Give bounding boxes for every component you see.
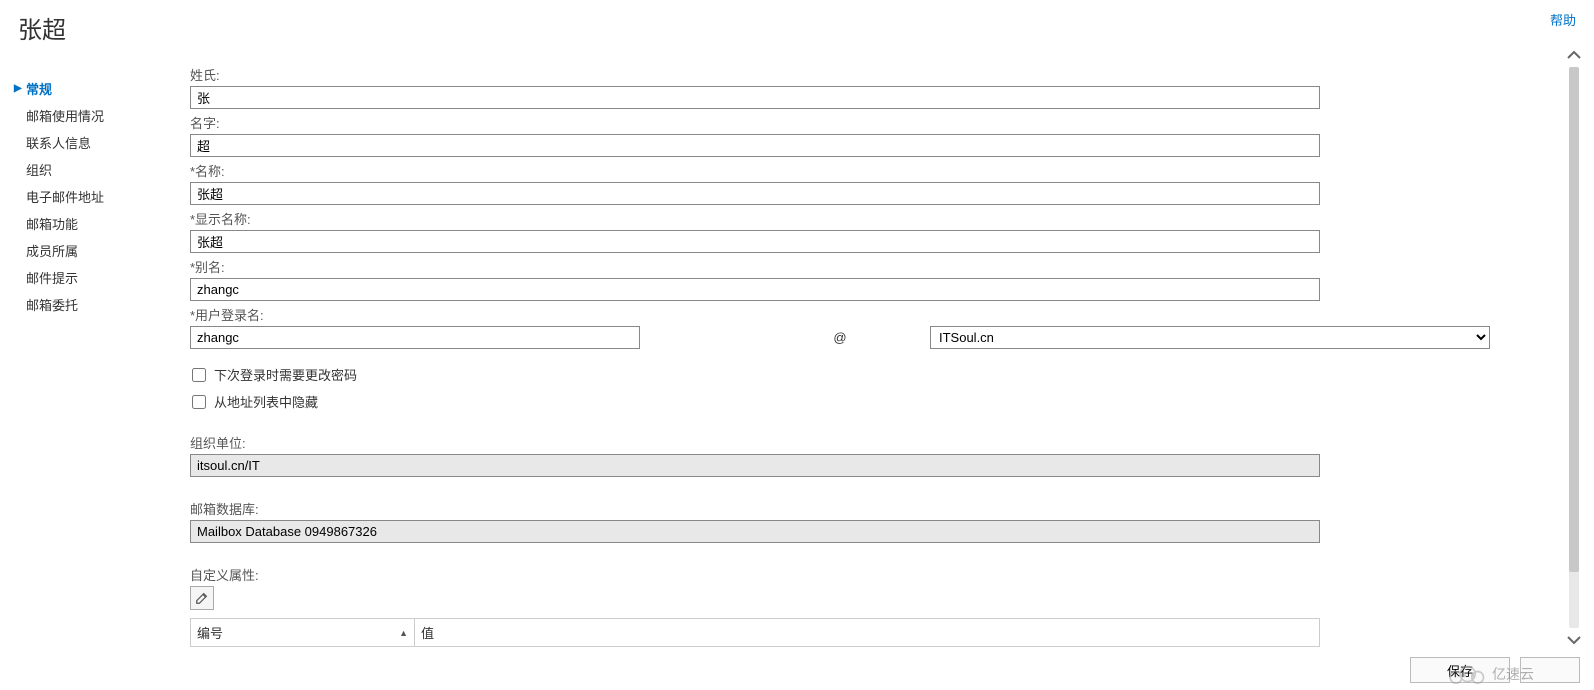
scroll-thumb[interactable] xyxy=(1569,67,1579,572)
last-name-input[interactable] xyxy=(190,86,1320,109)
sidebar-item-mailbox-features[interactable]: ▶ 邮箱功能 xyxy=(14,210,170,237)
table-header-number[interactable]: 编号 ▲ xyxy=(191,619,415,646)
sidebar-item-mail-tip[interactable]: ▶ 邮件提示 xyxy=(14,264,170,291)
sidebar-item-label: 邮箱委托 xyxy=(26,295,78,314)
sidebar-item-organization[interactable]: ▶ 组织 xyxy=(14,156,170,183)
sidebar-item-label: 邮箱使用情况 xyxy=(26,106,104,125)
name-input[interactable] xyxy=(190,182,1320,205)
scroll-up-button[interactable] xyxy=(1560,45,1588,65)
sidebar-item-label: 邮箱功能 xyxy=(26,214,78,233)
login-domain-select[interactable]: ITSoul.cn xyxy=(930,326,1490,349)
chevron-down-icon xyxy=(1566,635,1582,645)
cancel-button[interactable] xyxy=(1520,657,1580,683)
main-form: 姓氏: 名字: *名称: *显示名称: *别名: xyxy=(170,45,1554,650)
custom-attr-table: 编号 ▲ 值 xyxy=(190,618,1320,647)
mailbox-db-label: 邮箱数据库: xyxy=(190,499,1554,518)
table-header-value[interactable]: 值 xyxy=(415,619,1319,646)
display-name-input[interactable] xyxy=(190,230,1320,253)
help-link[interactable]: 帮助 xyxy=(1550,10,1576,29)
hide-from-addresslist-checkbox[interactable] xyxy=(192,395,206,409)
display-name-label: *显示名称: xyxy=(190,209,1554,228)
sort-asc-icon: ▲ xyxy=(399,628,408,638)
hide-from-addresslist-label[interactable]: 从地址列表中隐藏 xyxy=(214,392,318,411)
sidebar-item-member-of[interactable]: ▶ 成员所属 xyxy=(14,237,170,264)
last-name-label: 姓氏: xyxy=(190,65,1554,84)
at-symbol: @ xyxy=(800,330,880,345)
sidebar-item-general[interactable]: ▶ 常规 xyxy=(14,75,170,102)
sidebar-item-label: 成员所属 xyxy=(26,241,78,260)
custom-attr-label: 自定义属性: xyxy=(190,565,1554,584)
alias-input[interactable] xyxy=(190,278,1320,301)
org-unit-input xyxy=(190,454,1320,477)
login-name-label: *用户登录名: xyxy=(190,305,1554,324)
scroll-down-button[interactable] xyxy=(1560,630,1588,650)
edit-custom-attr-button[interactable] xyxy=(190,586,214,610)
chevron-up-icon xyxy=(1566,50,1582,60)
sidebar-item-mailbox-usage[interactable]: ▶ 邮箱使用情况 xyxy=(14,102,170,129)
change-password-label[interactable]: 下次登录时需要更改密码 xyxy=(214,365,357,384)
sidebar-item-label: 邮件提示 xyxy=(26,268,78,287)
pencil-icon xyxy=(195,591,209,605)
page-title: 张超 xyxy=(18,10,66,45)
save-button[interactable]: 保存 xyxy=(1410,657,1510,683)
org-unit-label: 组织单位: xyxy=(190,433,1554,452)
sidebar-item-contact-info[interactable]: ▶ 联系人信息 xyxy=(14,129,170,156)
mailbox-db-input xyxy=(190,520,1320,543)
first-name-label: 名字: xyxy=(190,113,1554,132)
change-password-checkbox[interactable] xyxy=(192,368,206,382)
sidebar-nav: ▶ 常规 ▶ 邮箱使用情况 ▶ 联系人信息 ▶ 组织 ▶ 电子邮件地址 ▶ 邮箱… xyxy=(0,45,170,650)
scrollbar[interactable] xyxy=(1554,45,1594,650)
active-arrow-icon: ▶ xyxy=(14,83,24,94)
sidebar-item-label: 组织 xyxy=(26,160,52,179)
name-label: *名称: xyxy=(190,161,1554,180)
first-name-input[interactable] xyxy=(190,134,1320,157)
sidebar-item-email-address[interactable]: ▶ 电子邮件地址 xyxy=(14,183,170,210)
scroll-track[interactable] xyxy=(1569,67,1579,628)
login-user-input[interactable] xyxy=(190,326,640,349)
sidebar-item-label: 常规 xyxy=(26,79,52,98)
alias-label: *别名: xyxy=(190,257,1554,276)
sidebar-item-mailbox-delegation[interactable]: ▶ 邮箱委托 xyxy=(14,291,170,318)
sidebar-item-label: 联系人信息 xyxy=(26,133,91,152)
sidebar-item-label: 电子邮件地址 xyxy=(26,187,104,206)
